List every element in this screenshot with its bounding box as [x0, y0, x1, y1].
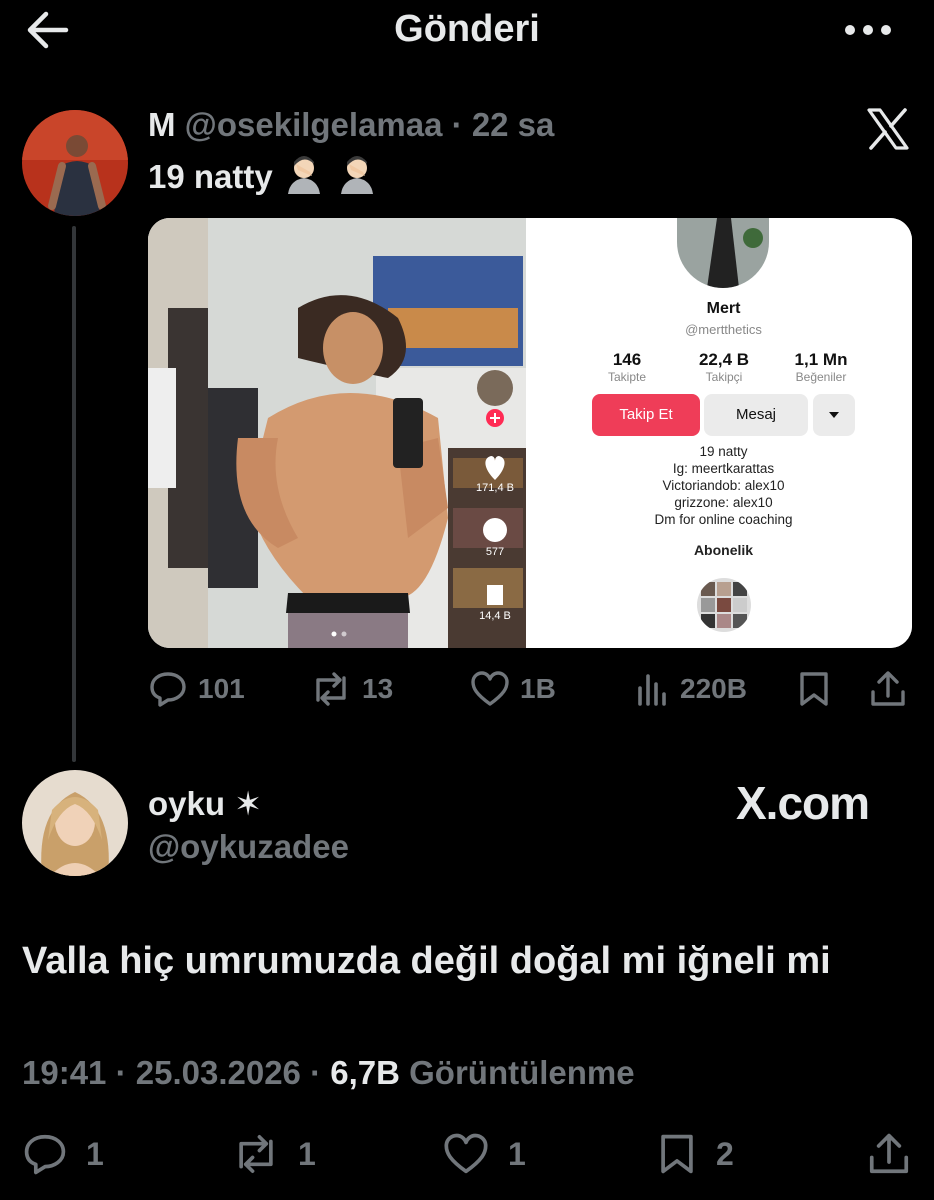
- quoted-user-name[interactable]: M: [148, 106, 176, 143]
- x-logo-icon: [866, 108, 910, 150]
- page-title: Gönderi: [394, 8, 540, 50]
- repost-icon: [239, 1135, 273, 1173]
- more-icon: [845, 25, 891, 35]
- share-icon: [869, 1133, 909, 1174]
- main-reply-count: 1: [86, 1135, 104, 1172]
- main-user-handle[interactable]: @oykuzadee: [148, 828, 349, 866]
- reply-icon: [24, 1134, 66, 1175]
- share-button[interactable]: [868, 670, 908, 708]
- media-likes-count: 171,4 B: [476, 482, 514, 494]
- like-count: 1B: [520, 673, 556, 704]
- follow-button[interactable]: Takip Et: [592, 394, 700, 436]
- profile-dropdown-button[interactable]: [813, 394, 855, 436]
- caret-down-icon: [829, 412, 839, 418]
- reply-button[interactable]: 101: [148, 670, 245, 708]
- main-like-button[interactable]: 1: [442, 1132, 526, 1176]
- media-profile-screenshot[interactable]: Mert @mertthetics 146 Takipte 22,4 B Tak…: [535, 218, 912, 648]
- stat-followers-label: Takipçi: [705, 370, 743, 384]
- x-com-watermark: X.com: [736, 777, 870, 829]
- like-icon: [444, 1133, 488, 1174]
- stat-following-count: 146: [612, 350, 642, 369]
- quoted-tweet-text-content: 19 natty: [148, 158, 273, 195]
- profile-handle: @mertthetics: [685, 322, 762, 337]
- main-reply-button[interactable]: 1: [22, 1132, 104, 1176]
- main-bookmark-count: 2: [716, 1135, 734, 1172]
- stat-likes-label: Beğeniler: [795, 370, 847, 384]
- bio-line: Ig: meertkarattas: [672, 461, 775, 476]
- stat-following-label: Takipte: [607, 370, 647, 384]
- main-repost-button[interactable]: 1: [232, 1132, 316, 1176]
- quoted-user-avatar[interactable]: [22, 110, 128, 216]
- bio-line: Victoriandob: alex10: [662, 478, 785, 493]
- main-user-avatar[interactable]: [22, 770, 128, 876]
- more-options-button[interactable]: [840, 12, 896, 48]
- repost-button[interactable]: 13: [310, 670, 393, 708]
- main-share-button[interactable]: [866, 1132, 912, 1176]
- tweet-views-label: Görüntülenme: [409, 1054, 635, 1091]
- quoted-user-handle[interactable]: @osekilgelamaa: [185, 106, 443, 143]
- stat-likes-count: 1,1 Mn: [794, 350, 848, 369]
- tweet-time[interactable]: 19:41: [22, 1054, 106, 1091]
- main-repost-count: 1: [298, 1135, 316, 1172]
- reply-count: 101: [198, 673, 245, 704]
- tweet-meta: 19:41 · 25.03.2026 · 6,7B Görüntülenme: [22, 1054, 635, 1091]
- tweet-date[interactable]: 25.03.2026: [136, 1054, 301, 1091]
- main-user-name[interactable]: oyku ✶: [148, 784, 262, 823]
- repost-icon: [316, 672, 346, 706]
- repost-count: 13: [362, 673, 394, 704]
- views-button[interactable]: 220B: [634, 670, 747, 708]
- tweet-media[interactable]: 171,4 B 577 14,4 B Mert @mertthetics 146…: [148, 218, 912, 648]
- profile-name: Mert: [706, 300, 741, 317]
- like-button[interactable]: 1B: [470, 670, 556, 708]
- main-like-count: 1: [508, 1135, 526, 1172]
- media-photo-mirror-selfie[interactable]: 171,4 B 577 14,4 B: [148, 218, 526, 648]
- subscription-link[interactable]: Abonelik: [535, 542, 912, 558]
- reply-icon: [150, 672, 186, 707]
- quoted-tweet-time[interactable]: 22 sa: [472, 106, 555, 143]
- views-count: 220B: [680, 673, 747, 704]
- collage-thumbnail: [697, 578, 751, 632]
- bookmark-icon: [800, 672, 828, 706]
- bio-line: grizzone: alex10: [674, 495, 773, 510]
- bookmark-icon: [661, 1134, 693, 1174]
- facepalm-emoji-icon: [335, 154, 379, 194]
- main-bookmark-button[interactable]: 2: [656, 1132, 734, 1176]
- stat-followers-count: 22,4 B: [698, 350, 750, 369]
- main-tweet-text: Valla hiç umrumuzda değil doğal mi iğnel…: [22, 940, 831, 982]
- quoted-tweet-text: 19 natty: [148, 154, 379, 196]
- views-icon: [638, 674, 666, 706]
- share-icon: [871, 671, 905, 706]
- bio-line: 19 natty: [699, 444, 748, 459]
- thread-line: [72, 226, 76, 762]
- profile-picture: [677, 218, 769, 288]
- bio-line: Dm for online coaching: [654, 512, 793, 527]
- tweet-views-count: 6,7B: [330, 1054, 400, 1091]
- media-saves-count: 14,4 B: [479, 610, 511, 622]
- quoted-user-header[interactable]: M @osekilgelamaa · 22 sa: [148, 106, 554, 144]
- bookmark-button[interactable]: [796, 670, 832, 708]
- facepalm-emoji-icon: [282, 154, 326, 194]
- message-button[interactable]: Mesaj: [704, 394, 808, 436]
- media-comments-count: 577: [485, 546, 505, 558]
- like-icon: [471, 671, 509, 706]
